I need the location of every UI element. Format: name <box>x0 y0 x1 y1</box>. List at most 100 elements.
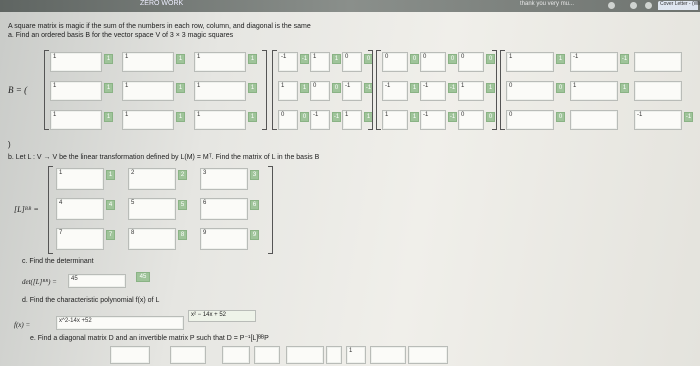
lb-cell-input[interactable]: 4 <box>56 198 104 220</box>
lb-cell-input[interactable]: 1 <box>56 168 104 190</box>
lb-cell-check: 1 <box>106 170 115 180</box>
lb-cell-input[interactable]: 6 <box>200 198 248 220</box>
basis3-cell-input[interactable]: 0 <box>382 52 408 72</box>
lb-cell-check: 9 <box>250 230 259 240</box>
basis1-cell-check: 1 <box>248 54 257 64</box>
basis4-cell-check: -1 <box>684 112 693 122</box>
basis3-cell-check: -1 <box>448 83 457 93</box>
lb-cell-check: 5 <box>178 200 187 210</box>
lb-cell-input[interactable]: 8 <box>128 228 176 250</box>
fx-input[interactable]: x^2-14x +52 <box>56 316 184 330</box>
basis1-cell-input[interactable]: 1 <box>50 110 102 130</box>
basis2-cell-input[interactable]: -1 <box>278 52 298 72</box>
basis2-cell-input[interactable]: 0 <box>278 110 298 130</box>
lb-cell-input[interactable]: 7 <box>56 228 104 250</box>
window-titlebar: ZERO WORK thank you very mu... Cover Let… <box>0 0 700 12</box>
basis4-cell-input[interactable]: -1 <box>570 52 618 72</box>
basis2-cell-check: 1 <box>300 83 309 93</box>
basis3-cell-check: 1 <box>410 112 419 122</box>
basis4-cell-check: 0 <box>556 112 565 122</box>
basis4-cell-input[interactable]: 0 <box>506 110 554 130</box>
basis3-cell-input[interactable]: 1 <box>382 110 408 130</box>
basis4-cell-input[interactable] <box>634 52 682 72</box>
window-right-text: thank you very mu... <box>520 1 575 7</box>
basis1-cell-input[interactable]: 1 <box>122 110 174 130</box>
basis1-cell-check: 1 <box>248 112 257 122</box>
basis3-cell-input[interactable]: 1 <box>458 81 484 101</box>
basis4-cell-check: -1 <box>620 54 629 64</box>
det-check: 45 <box>136 272 150 282</box>
basis1-cell-input[interactable]: 1 <box>50 52 102 72</box>
lb-cell-check: 7 <box>106 230 115 240</box>
matrix-bracket-right <box>262 50 267 130</box>
part-e-input[interactable] <box>326 346 342 364</box>
windows-icon[interactable] <box>630 2 637 9</box>
basis3-cell-input[interactable]: 0 <box>420 52 446 72</box>
basis3-cell-check: 0 <box>410 54 419 64</box>
basis2-cell-input[interactable]: 0 <box>342 52 362 72</box>
basis1-cell-check: 1 <box>176 54 185 64</box>
fx-rendered: x² − 14x + 52 <box>188 310 256 322</box>
basis4-cell-check: 1 <box>556 54 565 64</box>
basis2-cell-check: -1 <box>332 112 341 122</box>
basis2-cell-input[interactable]: 1 <box>278 81 298 101</box>
basis3-cell-input[interactable]: 0 <box>458 110 484 130</box>
part-e-input[interactable] <box>370 346 406 364</box>
basis2-cell-check: -1 <box>300 54 309 64</box>
det-input[interactable]: 45 <box>68 274 126 288</box>
part-e-input[interactable] <box>254 346 280 364</box>
window-title: ZERO WORK <box>140 0 184 7</box>
part-e-input[interactable] <box>408 346 448 364</box>
basis1-cell-check: 1 <box>248 83 257 93</box>
part-e-input[interactable] <box>110 346 150 364</box>
basis3-cell-check: 1 <box>410 83 419 93</box>
basis4-cell-input[interactable] <box>570 110 618 130</box>
basis3-cell-input[interactable]: -1 <box>420 110 446 130</box>
part-e-input[interactable] <box>222 346 250 364</box>
basis2-cell-input[interactable]: 1 <box>310 52 330 72</box>
basis1-cell-input[interactable]: 1 <box>194 52 246 72</box>
matrix-bracket-left <box>44 50 49 130</box>
det-label: det([L]ᴮᴮ) = <box>22 278 57 286</box>
question-part-e: e. Find a diagonal matrix D and an inver… <box>30 335 269 342</box>
basis2-cell-check: 1 <box>332 54 341 64</box>
basis1-cell-input[interactable]: 1 <box>194 81 246 101</box>
matrix-bracket-left <box>272 50 277 130</box>
basis2-cell-input[interactable]: 1 <box>342 110 362 130</box>
basis4-cell-input[interactable]: 0 <box>506 81 554 101</box>
basis3-cell-check: -1 <box>448 112 457 122</box>
basis1-cell-input[interactable]: 1 <box>50 81 102 101</box>
part-e-input[interactable] <box>170 346 206 364</box>
basis3-cell-input[interactable]: 0 <box>458 52 484 72</box>
lb-cell-input[interactable]: 3 <box>200 168 248 190</box>
basis1-cell-input[interactable]: 1 <box>122 81 174 101</box>
basis4-cell-input[interactable]: -1 <box>634 110 682 130</box>
question-part-c: c. Find the determinant <box>22 258 94 265</box>
question-part-d: d. Find the characteristic polynomial f(… <box>22 297 160 304</box>
basis2-cell-check: 0 <box>300 112 309 122</box>
matrix-bracket-left <box>500 50 505 130</box>
cortana-icon[interactable] <box>645 2 652 9</box>
basis4-cell-input[interactable]: 1 <box>506 52 554 72</box>
part-e-input[interactable]: 1 <box>346 346 366 364</box>
lb-cell-input[interactable]: 5 <box>128 198 176 220</box>
lb-cell-input[interactable]: 9 <box>200 228 248 250</box>
basis2-cell-input[interactable]: -1 <box>310 110 330 130</box>
taskbar-tab[interactable]: Cover Letter - (Wind... <box>658 1 700 10</box>
basis4-cell-input[interactable]: 1 <box>570 81 618 101</box>
basis3-cell-input[interactable]: -1 <box>382 81 408 101</box>
lb-cell-input[interactable]: 2 <box>128 168 176 190</box>
basis2-cell-check: 0 <box>332 83 341 93</box>
basis2-cell-input[interactable]: -1 <box>342 81 362 101</box>
basis1-cell-input[interactable]: 1 <box>122 52 174 72</box>
basis3-cell-input[interactable]: -1 <box>420 81 446 101</box>
part-e-input[interactable] <box>286 346 324 364</box>
basis2-cell-input[interactable]: 0 <box>310 81 330 101</box>
lb-label: [L]ᴮᴮ = <box>14 205 39 214</box>
question-part-a: a. Find an ordered basis B for the vecto… <box>8 32 234 39</box>
basis1-cell-input[interactable]: 1 <box>194 110 246 130</box>
fx-label: f(x) = <box>14 321 31 329</box>
browser-icon[interactable] <box>608 2 615 9</box>
basis1-cell-check: 1 <box>104 54 113 64</box>
basis4-cell-input[interactable] <box>634 81 682 101</box>
